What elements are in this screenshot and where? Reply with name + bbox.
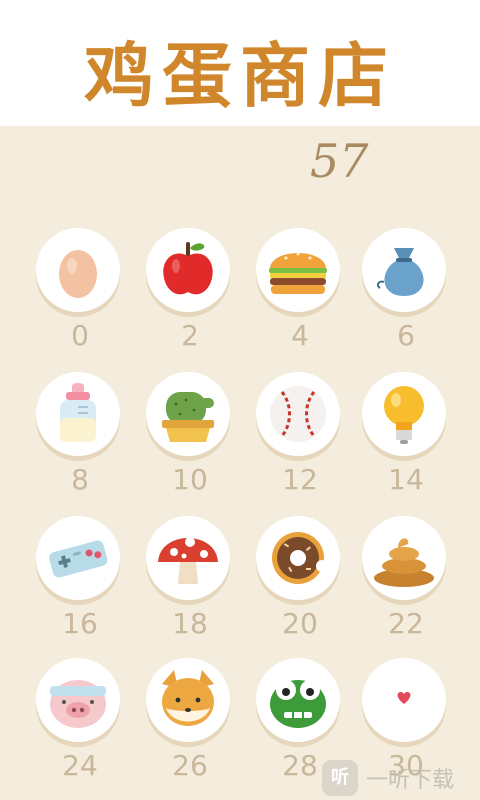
shop-item-cactus[interactable]: 10 [142,372,238,502]
light-bulb-icon [384,386,424,444]
item-price: 2 [181,319,199,352]
shop-item-donut[interactable]: 20 [252,516,348,646]
item-price: 6 [397,319,415,352]
item-price: 26 [172,749,208,782]
shop-item-burger[interactable]: 4 [252,228,348,358]
frog-icon [270,680,326,728]
item-price: 0 [71,319,89,352]
donut-icon [272,532,328,584]
egg-icon [59,250,97,298]
item-price: 16 [62,607,98,640]
shop-item-egg[interactable]: 0 [32,228,128,358]
item-price: 10 [172,463,208,496]
header: 鸡蛋商店 [0,0,480,126]
watermark: 听 一听下载 [322,756,480,800]
item-price: 14 [388,463,424,496]
shop-grid: 0 2 4 6 8 10 12 14 16 18 20 22 24 26 28 … [0,228,480,788]
shop-item-pig[interactable]: 24 [32,658,128,788]
cactus-icon [162,392,214,442]
shop-item-game-controller[interactable]: 16 [32,516,128,646]
shop-item-baseball[interactable]: 12 [252,372,348,502]
poop-icon [374,538,434,587]
shiba-dog-icon [162,670,214,726]
page-title: 鸡蛋商店 [84,35,396,117]
shop-item-mushroom[interactable]: 18 [142,516,238,646]
item-price: 8 [71,463,89,496]
item-price: 18 [172,607,208,640]
shop-item-apple[interactable]: 2 [142,228,238,358]
item-price: 12 [282,463,318,496]
watermark-text: 一听下载 [366,768,455,793]
item-price: 24 [62,749,98,782]
item-price: 4 [291,319,309,352]
burger-icon [269,252,327,294]
baseball-icon [270,386,326,442]
baby-bottle-icon [60,383,96,442]
shop-item-poop[interactable]: 22 [358,516,454,646]
item-price: 20 [282,607,318,640]
mushroom-icon [158,537,218,584]
apple-icon [163,242,213,295]
watermark-logo: 听 [322,760,358,796]
shop-item-baby-bottle[interactable]: 8 [32,372,128,502]
shop-item-shiba-dog[interactable]: 26 [142,658,238,788]
coin-balance: 57 [310,134,369,188]
pig-icon [50,680,106,728]
game-controller-icon [49,540,108,578]
sack-icon [376,248,424,296]
item-price: 22 [388,607,424,640]
shop-item-light-bulb[interactable]: 14 [358,372,454,502]
heart-icon [397,692,411,704]
shop-item-sack[interactable]: 6 [358,228,454,358]
